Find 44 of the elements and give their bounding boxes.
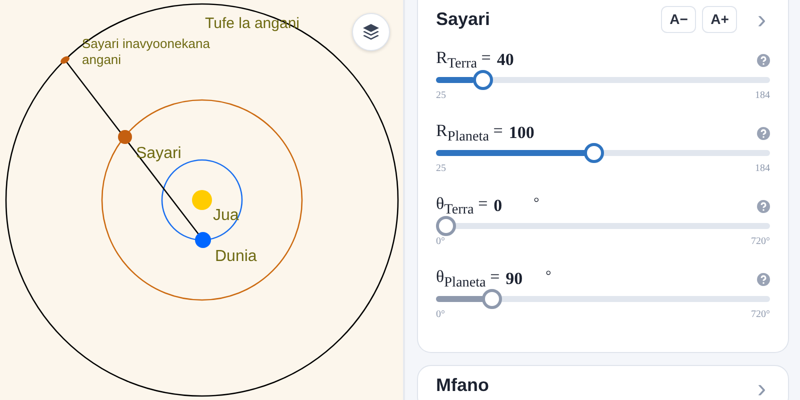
min-label: 0° [436,236,445,247]
min-label: 0° [436,309,445,320]
help-icon[interactable] [757,272,770,286]
apparent-planet-dot [60,56,70,64]
slider[interactable] [436,143,770,163]
slider-value: 100 [508,123,536,143]
slider-value: 40 [496,50,515,70]
slider[interactable] [436,70,770,90]
help-icon[interactable] [757,126,770,140]
max-label: 184 [755,90,770,101]
unit-label: ° [546,269,552,285]
max-label: 720° [751,236,770,247]
layers-icon [362,23,380,41]
min-label: 25 [436,163,446,174]
sun-dot [192,190,212,210]
slider-value: 90 [506,269,524,289]
canvas-label: Sayari inavyoonekana angani [82,36,210,67]
max-label: 720° [751,309,770,320]
planet-dot[interactable] [118,130,132,144]
canvas-label: Sayari [136,145,182,162]
slider[interactable] [436,216,770,236]
slider-value: 0 [494,196,504,216]
decrease-font-button[interactable]: A− [661,6,696,32]
unit-label: ° [534,196,540,212]
slider-thumb[interactable] [472,70,493,90]
slider-label: θ$_{Planeta}$ = [436,266,500,292]
card-title: Sayari [436,8,492,30]
min-label: 25 [436,90,446,101]
slider-label: R$_{Planeta}$ = [436,120,503,146]
slider-thumb[interactable] [482,289,502,309]
slider-label: θ$_{Terra}$ = [436,194,488,218]
slider-label: R$_{Terra}$ = [436,48,491,72]
max-label: 184 [755,163,770,174]
help-icon[interactable] [757,200,770,212]
canvas-label: Jua [213,207,239,224]
earth-dot[interactable] [195,232,211,248]
card-title: Mfano [436,375,489,396]
help-icon[interactable] [757,54,770,66]
canvas-label: Dunia [215,248,257,265]
increase-font-button[interactable]: A+ [702,6,738,32]
slider[interactable] [436,289,770,309]
slider-thumb[interactable] [436,216,456,236]
layers-button[interactable] [352,13,390,51]
slider-thumb[interactable] [584,143,604,163]
